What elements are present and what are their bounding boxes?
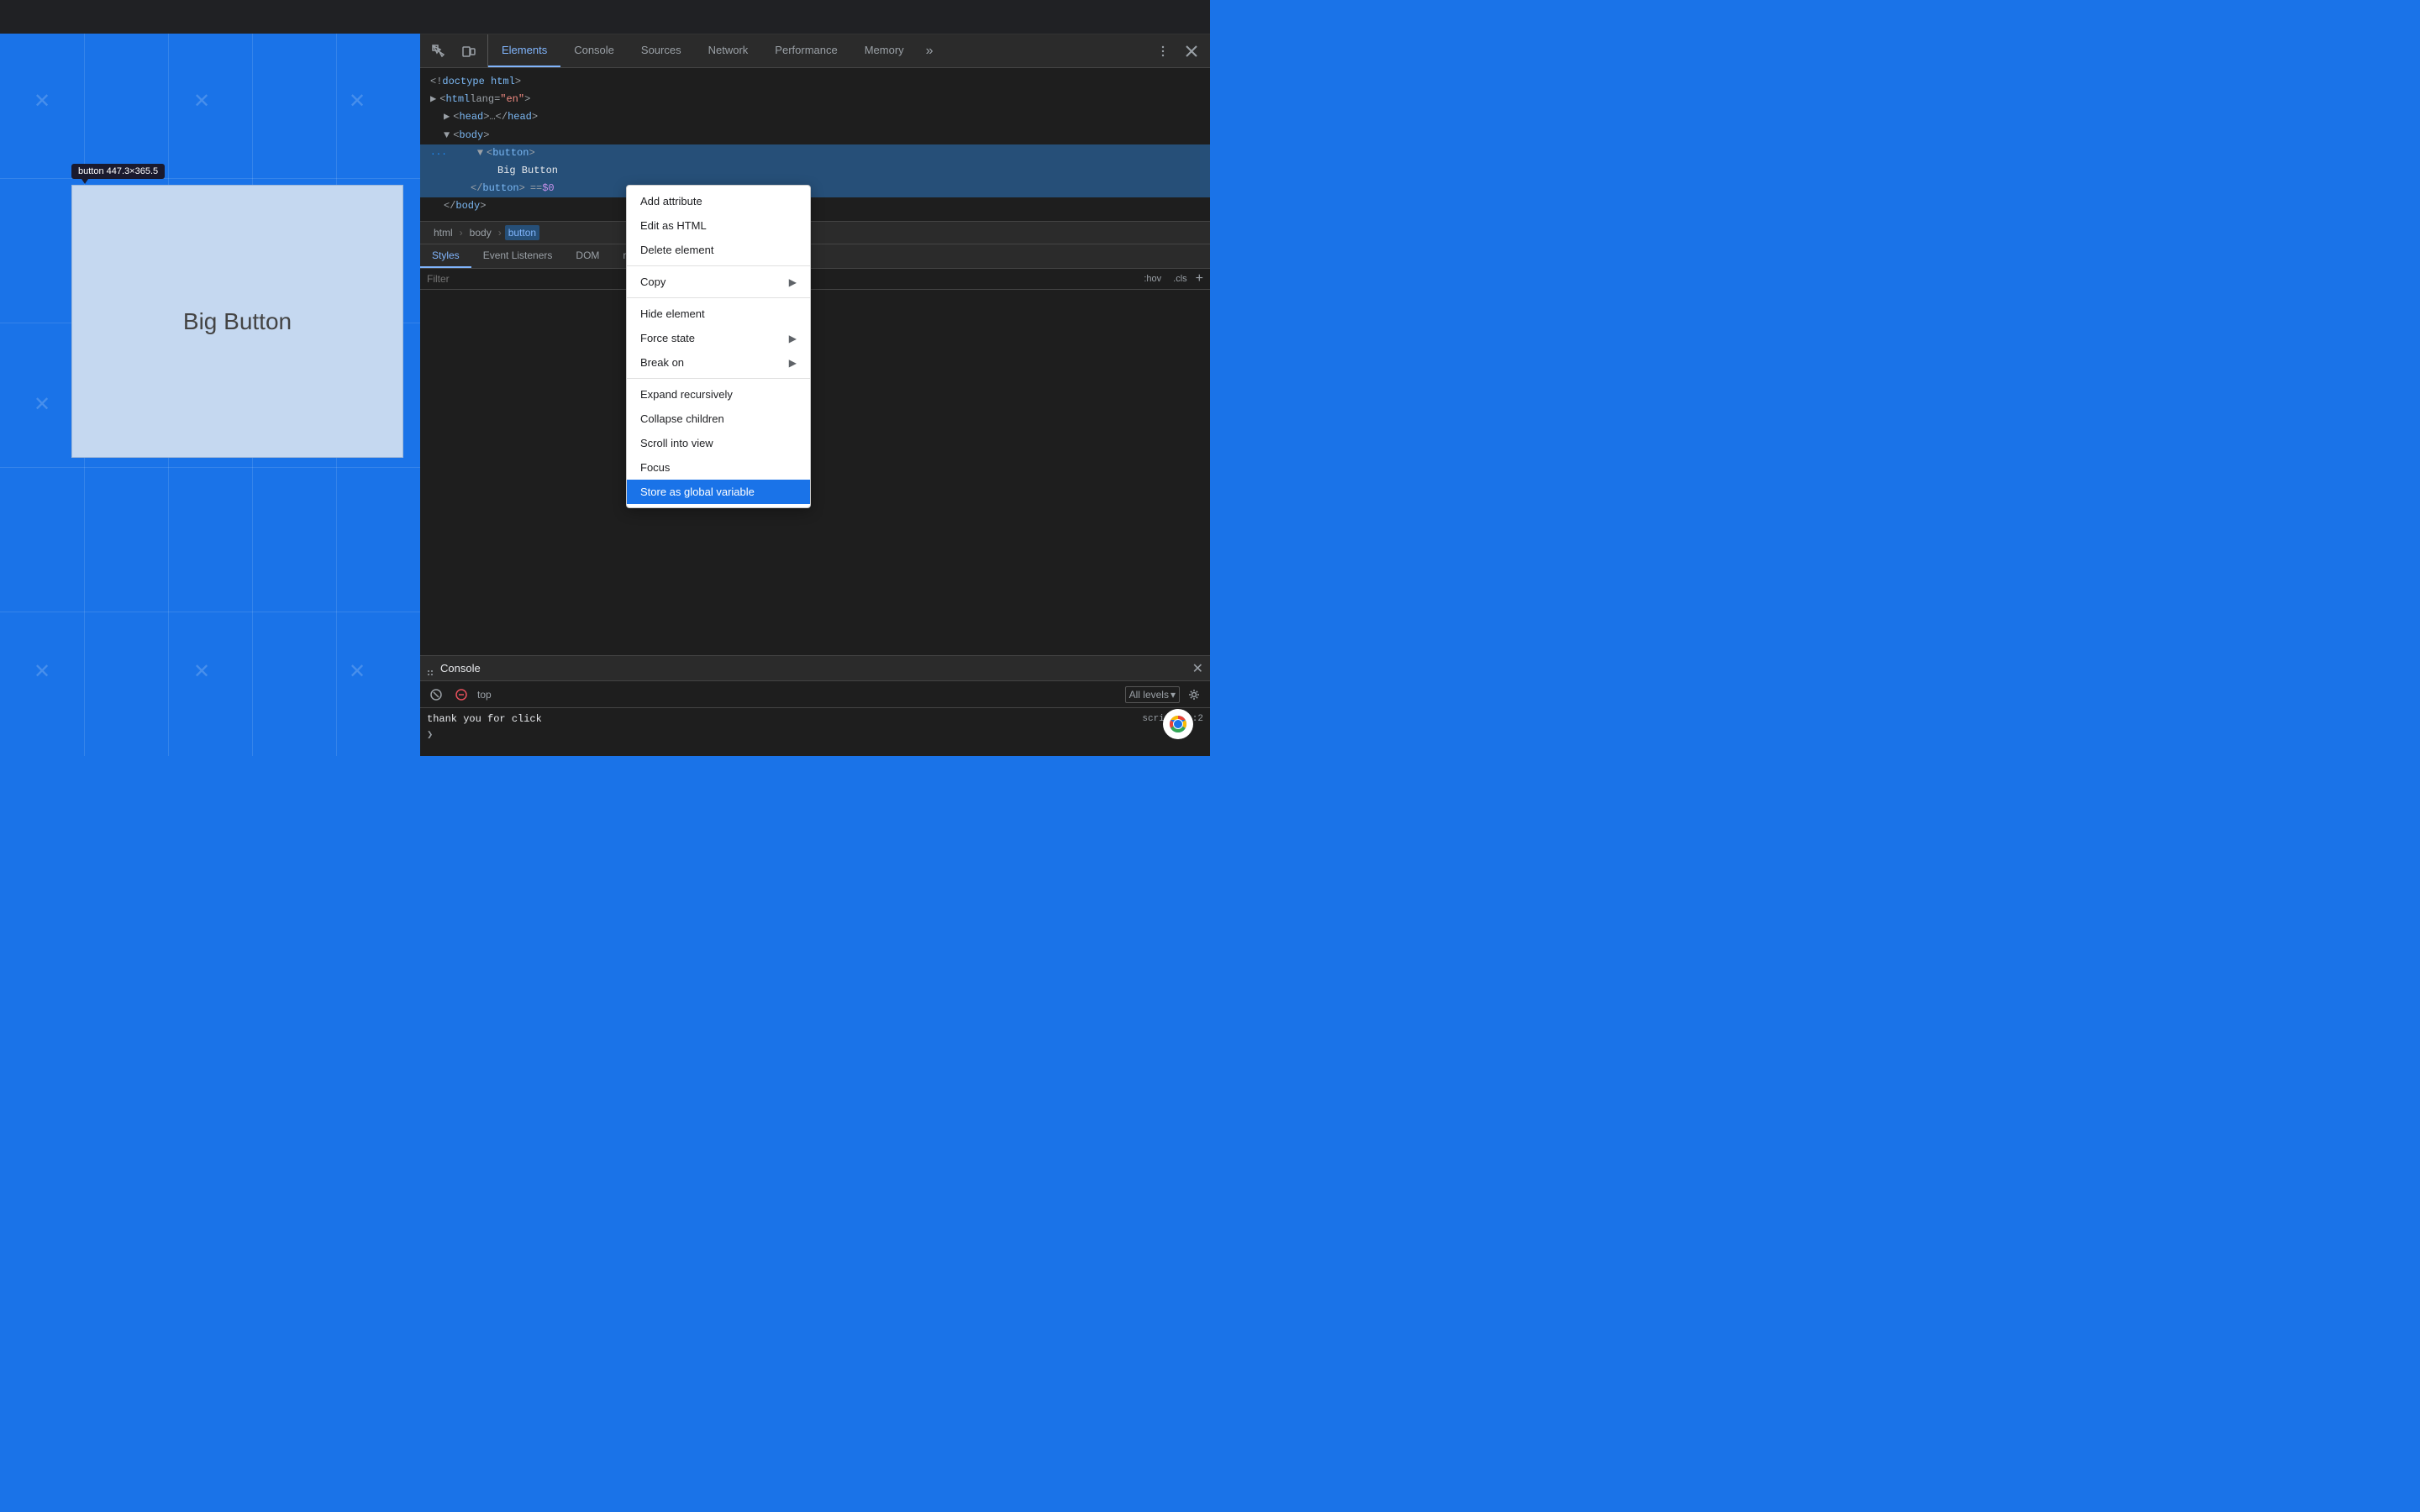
console-settings-button[interactable]: [1185, 685, 1203, 704]
toolbar-icons: [420, 34, 488, 67]
html-line-html: ▶ <html lang="en" >: [420, 91, 1210, 108]
context-menu-hide-element[interactable]: Hide element: [627, 302, 810, 326]
html-line-body: ▼ <body>: [420, 127, 1210, 144]
html-line-button-text: Big Button: [420, 162, 1210, 180]
styles-filter-bar: :hov .cls +: [420, 269, 1210, 290]
elements-panel: <!doctype html> ▶ <html lang="en" > ▶ <h…: [420, 68, 1210, 756]
devtools-tabs: Elements Console Sources Network Perform…: [488, 34, 1144, 67]
context-menu-break-on[interactable]: Break on ▶: [627, 350, 810, 375]
console-area: Console ✕ top: [420, 655, 1210, 756]
force-state-submenu-arrow: ▶: [789, 333, 797, 344]
console-levels-dropdown[interactable]: All levels ▾: [1125, 686, 1180, 703]
console-prompt-arrow: ❯: [427, 728, 433, 741]
big-button[interactable]: Big Button: [71, 185, 403, 458]
styles-tabs: Styles Event Listeners DOM rties Accessi…: [420, 244, 1210, 269]
styles-area: Styles Event Listeners DOM rties Accessi…: [420, 244, 1210, 656]
context-menu-expand-recursively[interactable]: Expand recursively: [627, 382, 810, 407]
context-menu-collapse-children[interactable]: Collapse children: [627, 407, 810, 431]
console-title: Console: [440, 662, 481, 675]
browser-top-bar: [0, 0, 1210, 34]
tooltip-dimensions: 447.3×365.5: [107, 166, 158, 176]
tab-elements[interactable]: Elements: [488, 34, 560, 67]
break-on-submenu-arrow: ▶: [789, 357, 797, 369]
context-menu-store-as-global[interactable]: Store as global variable: [627, 480, 810, 504]
devtools-settings-icon[interactable]: [1151, 39, 1175, 63]
tab-console[interactable]: Console: [560, 34, 628, 67]
devtools-panel: Elements Console Sources Network Perform…: [420, 34, 1210, 756]
html-line-head: ▶ <head> … </head>: [420, 108, 1210, 126]
add-style-button[interactable]: +: [1196, 272, 1203, 286]
context-menu-scroll-into-view[interactable]: Scroll into view: [627, 431, 810, 455]
tab-memory[interactable]: Memory: [851, 34, 918, 67]
breadcrumb-html[interactable]: html: [430, 225, 456, 240]
html-source: <!doctype html> ▶ <html lang="en" > ▶ <h…: [420, 68, 1210, 221]
tab-sources[interactable]: Sources: [628, 34, 695, 67]
console-prompt[interactable]: ❯: [427, 728, 1203, 741]
context-menu-edit-as-html[interactable]: Edit as HTML: [627, 213, 810, 238]
styles-tab-event-listeners[interactable]: Event Listeners: [471, 244, 565, 268]
console-filter-button[interactable]: [452, 685, 471, 704]
chrome-logo: [1163, 709, 1193, 739]
console-drag-handle[interactable]: [427, 665, 434, 672]
context-menu: Add attribute Edit as HTML Delete elemen…: [626, 185, 811, 508]
console-header: Console ✕: [420, 656, 1210, 681]
html-line-button-close: </button> == $0: [420, 180, 1210, 197]
devtools-toolbar: Elements Console Sources Network Perform…: [420, 34, 1210, 68]
inspect-element-icon[interactable]: [427, 39, 450, 63]
tab-network[interactable]: Network: [695, 34, 762, 67]
element-tooltip: button 447.3×365.5: [71, 164, 165, 179]
breadcrumb-body[interactable]: body: [466, 225, 495, 240]
copy-submenu-arrow: ▶: [789, 276, 797, 288]
tab-more-button[interactable]: »: [918, 34, 942, 67]
context-menu-copy[interactable]: Copy ▶: [627, 270, 810, 294]
context-menu-sep3: [627, 378, 810, 379]
hov-button[interactable]: :hov: [1140, 273, 1165, 285]
styles-tab-styles[interactable]: Styles: [420, 244, 471, 268]
devtools-close-icon[interactable]: [1180, 39, 1203, 63]
cls-button[interactable]: .cls: [1170, 273, 1191, 285]
console-levels-arrow: ▾: [1171, 689, 1176, 701]
console-toolbar: top All levels ▾: [420, 681, 1210, 708]
context-menu-add-attribute[interactable]: Add attribute: [627, 189, 810, 213]
html-line-body-close: </body>: [420, 197, 1210, 215]
console-content: thank you for click script.js:2 ❯: [420, 708, 1210, 744]
breadcrumb-button[interactable]: button: [505, 225, 539, 240]
console-levels-label: All levels: [1129, 689, 1169, 701]
big-button-label: Big Button: [183, 308, 292, 335]
styles-filter-actions: :hov .cls +: [1140, 272, 1203, 286]
console-log-text: thank you for click: [427, 713, 542, 725]
tab-performance[interactable]: Performance: [761, 34, 850, 67]
console-context-select[interactable]: top: [477, 689, 492, 701]
styles-tab-dom[interactable]: DOM: [564, 244, 611, 268]
html-line-doctype: <!doctype html>: [420, 73, 1210, 91]
devtools-actions: [1144, 39, 1210, 63]
breadcrumb-bar: html › body › button: [420, 221, 1210, 244]
tooltip-element: button: [78, 166, 104, 176]
console-log-line: thank you for click script.js:2: [427, 711, 1203, 727]
device-toolbar-icon[interactable]: [457, 39, 481, 63]
context-menu-sep2: [627, 297, 810, 298]
context-menu-focus[interactable]: Focus: [627, 455, 810, 480]
context-menu-force-state[interactable]: Force state ▶: [627, 326, 810, 350]
html-line-button[interactable]: ... ▼ <button>: [420, 144, 1210, 162]
context-menu-sep1: [627, 265, 810, 266]
console-close-button[interactable]: ✕: [1192, 660, 1203, 677]
console-clear-button[interactable]: [427, 685, 445, 704]
context-menu-delete-element[interactable]: Delete element: [627, 238, 810, 262]
